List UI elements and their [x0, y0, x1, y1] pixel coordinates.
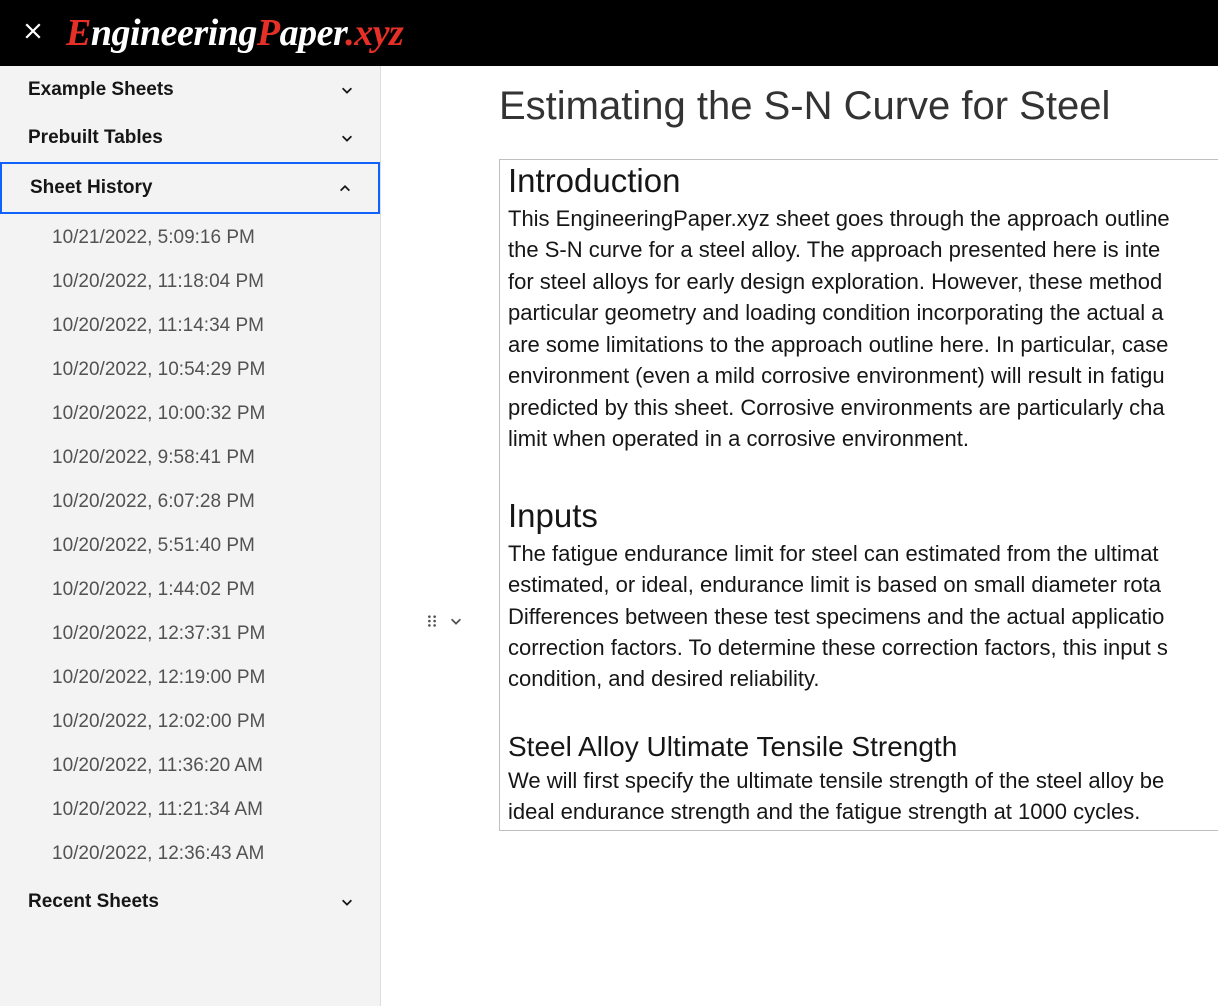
history-item[interactable]: 10/20/2022, 11:36:20 AM	[0, 744, 380, 788]
chevron-down-icon	[339, 894, 355, 910]
close-icon[interactable]	[14, 13, 52, 53]
inputs-text: correction factors. To determine these c…	[508, 632, 1218, 663]
intro-text: for steel alloys for early design explor…	[508, 266, 1218, 297]
history-item[interactable]: 10/20/2022, 11:14:34 PM	[0, 304, 380, 348]
intro-heading: Introduction	[508, 162, 1218, 200]
tensile-text: ideal endurance strength and the fatigue…	[508, 796, 1218, 827]
history-item[interactable]: 10/20/2022, 9:58:41 PM	[0, 436, 380, 480]
content-area: Estimating the S-N Curve for Steel Intro…	[381, 66, 1218, 1006]
document-content: Introduction This EngineeringPaper.xyz s…	[500, 160, 1218, 830]
intro-text: environment (even a mild corrosive envir…	[508, 360, 1218, 391]
tensile-heading: Steel Alloy Ultimate Tensile Strength	[508, 731, 1218, 763]
logo-part: aper	[280, 12, 346, 54]
intro-text: This EngineeringPaper.xyz sheet goes thr…	[508, 203, 1218, 234]
sidebar: Example Sheets Prebuilt Tables Sheet His…	[0, 66, 381, 1006]
sidebar-section-recent-sheets[interactable]: Recent Sheets	[0, 878, 380, 926]
inputs-text: condition, and desired reliability.	[508, 663, 1218, 694]
document-cell[interactable]: Introduction This EngineeringPaper.xyz s…	[499, 159, 1218, 831]
intro-text: particular geometry and loading conditio…	[508, 297, 1218, 328]
chevron-down-icon[interactable]	[449, 614, 463, 633]
history-item[interactable]: 10/20/2022, 1:44:02 PM	[0, 568, 380, 612]
app-header: EngineeringPaper.xyz	[0, 0, 1218, 66]
intro-text: are some limitations to the approach out…	[508, 329, 1218, 360]
app-logo[interactable]: EngineeringPaper.xyz	[66, 11, 403, 55]
history-item[interactable]: 10/20/2022, 12:02:00 PM	[0, 700, 380, 744]
logo-part: ngineering	[91, 12, 257, 54]
history-item[interactable]: 10/20/2022, 5:51:40 PM	[0, 524, 380, 568]
intro-text: limit when operated in a corrosive envir…	[508, 423, 1218, 454]
section-label: Prebuilt Tables	[28, 127, 163, 149]
main-layout: Example Sheets Prebuilt Tables Sheet His…	[0, 66, 1218, 1006]
logo-part: .xyz	[345, 12, 403, 54]
sidebar-section-prebuilt-tables[interactable]: Prebuilt Tables	[0, 114, 380, 162]
history-item[interactable]: 10/20/2022, 12:36:43 AM	[0, 832, 380, 876]
section-label: Sheet History	[30, 177, 152, 199]
page-title: Estimating the S-N Curve for Steel	[499, 84, 1218, 129]
section-label: Recent Sheets	[28, 891, 159, 913]
intro-text: predicted by this sheet. Corrosive envir…	[508, 392, 1218, 423]
history-item[interactable]: 10/21/2022, 5:09:16 PM	[0, 216, 380, 260]
logo-part: E	[66, 12, 91, 54]
history-item[interactable]: 10/20/2022, 10:54:29 PM	[0, 348, 380, 392]
inputs-text: The fatigue endurance limit for steel ca…	[508, 538, 1218, 569]
history-item[interactable]: 10/20/2022, 11:21:34 AM	[0, 788, 380, 832]
history-item[interactable]: 10/20/2022, 12:37:31 PM	[0, 612, 380, 656]
history-list: 10/21/2022, 5:09:16 PM 10/20/2022, 11:18…	[0, 214, 380, 878]
history-item[interactable]: 10/20/2022, 12:19:00 PM	[0, 656, 380, 700]
logo-part: P	[257, 12, 280, 54]
tensile-text: We will first specify the ultimate tensi…	[508, 765, 1218, 796]
history-item[interactable]: 10/20/2022, 10:00:32 PM	[0, 392, 380, 436]
cell-gutter	[425, 614, 463, 633]
sidebar-section-example-sheets[interactable]: Example Sheets	[0, 66, 380, 114]
sidebar-section-sheet-history[interactable]: Sheet History	[0, 162, 380, 214]
intro-text: the S-N curve for a steel alloy. The app…	[508, 234, 1218, 265]
drag-handle-icon[interactable]	[425, 614, 439, 633]
section-label: Example Sheets	[28, 79, 174, 101]
chevron-down-icon	[339, 130, 355, 146]
inputs-text: estimated, or ideal, endurance limit is …	[508, 569, 1218, 600]
history-item[interactable]: 10/20/2022, 11:18:04 PM	[0, 260, 380, 304]
history-item[interactable]: 10/20/2022, 6:07:28 PM	[0, 480, 380, 524]
inputs-heading: Inputs	[508, 497, 1218, 535]
chevron-down-icon	[339, 82, 355, 98]
chevron-up-icon	[337, 180, 353, 196]
inputs-text: Differences between these test specimens…	[508, 601, 1218, 632]
